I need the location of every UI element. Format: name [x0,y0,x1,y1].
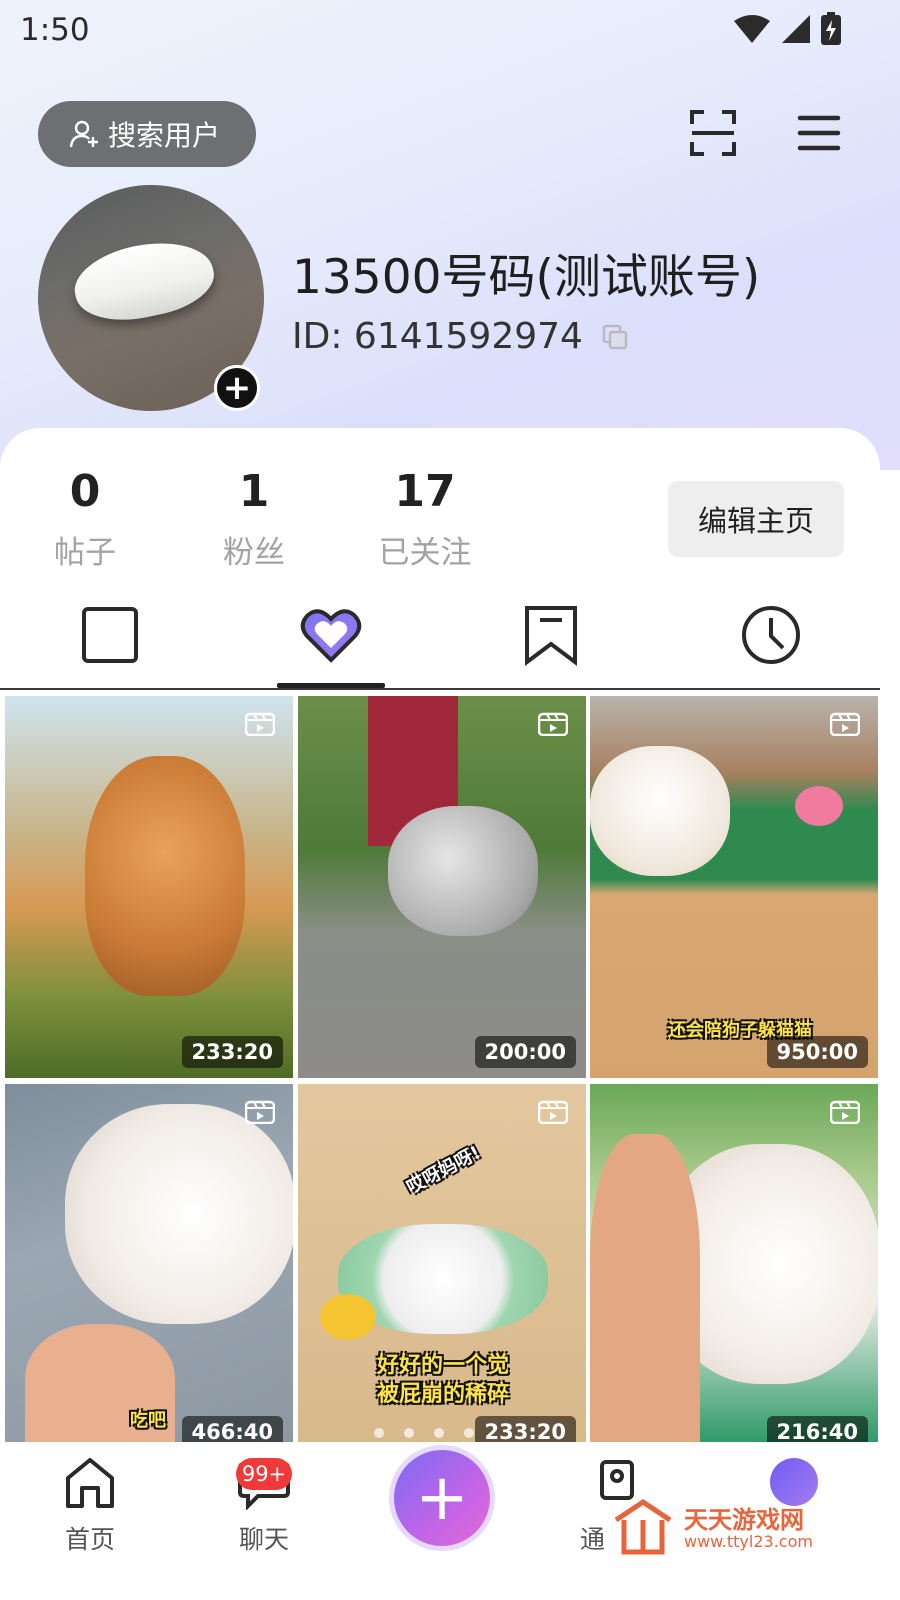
nav-home[interactable]: 首页 [50,1456,130,1556]
stat-followers-value: 1 [238,466,270,517]
video-duration: 466:40 [181,1416,283,1442]
video-caption-exclaim: 哎呀妈呀! [403,1142,485,1199]
video-thumbnail[interactable]: 200:00 [298,696,586,1078]
pager-dot [464,1428,474,1438]
watermark-logo-icon [614,1498,672,1555]
wifi-icon [734,15,770,43]
status-time: 1:50 [20,12,90,48]
add-user-icon [69,120,98,148]
stat-followers[interactable]: 1 粉丝 [194,466,314,572]
battery-icon [821,12,841,45]
home-icon [66,1458,114,1508]
tab-divider [0,688,880,690]
chat-unread-badge: 99+ [236,1458,292,1490]
watermark-name: 天天游戏网 [684,1506,804,1534]
pager-dot [404,1428,414,1438]
avatar-add-button[interactable]: + [214,365,260,411]
video-thumbnail[interactable]: 233:20 [5,696,293,1078]
tab-posts-icon[interactable] [79,604,141,666]
video-duration: 216:40 [766,1416,868,1442]
video-thumbnail[interactable]: 吃吧 466:40 [5,1084,293,1442]
pager-dots [374,1428,474,1438]
video-badge-icon [538,1100,568,1124]
duck-toy [320,1294,376,1340]
cat-figure [388,806,538,936]
profile-name: 13500号码(测试账号) [292,250,761,305]
tab-likes-heart-icon[interactable] [300,604,362,666]
stat-following-value: 17 [394,466,456,517]
copy-icon[interactable] [601,323,629,351]
nav-home-label: 首页 [64,1525,115,1554]
video-caption: 好好的一个觉 被屁崩的稀碎 [376,1353,509,1407]
search-user-label: 搜索用户 [108,119,221,152]
signal-icon [782,15,810,43]
site-watermark: 天天游戏网 www.ttyl23.com [612,1498,852,1558]
pager-dot [434,1428,444,1438]
scan-icon[interactable] [688,108,738,158]
profile-id-row: ID: 6141592974 [292,316,629,357]
stat-followers-label: 粉丝 [223,535,285,571]
status-bar: 1:50 [0,0,900,62]
video-duration: 200:00 [474,1036,576,1068]
stat-posts[interactable]: 0 帖子 [25,466,145,572]
video-caption: 吃吧 [130,1410,166,1431]
video-thumbnail[interactable]: 216:40 [590,1084,878,1442]
search-user-button[interactable]: 搜索用户 [38,101,256,167]
avatar-image-mouse [68,231,220,331]
dog-figure [590,746,730,876]
video-badge-icon [538,712,568,736]
create-post-button[interactable]: + [394,1450,490,1546]
stat-posts-value: 0 [69,466,101,517]
video-duration: 233:20 [474,1416,576,1442]
dog-figure [65,1104,293,1324]
pager-dot [374,1428,384,1438]
video-duration: 950:00 [766,1036,868,1068]
cat-figure [85,756,245,996]
toy-figure [795,786,843,826]
menu-icon[interactable] [796,110,842,156]
edit-profile-button[interactable]: 编辑主页 [668,481,844,557]
stat-following-label: 已关注 [378,535,472,571]
status-icons [732,12,842,46]
stat-following[interactable]: 17 已关注 [365,466,485,572]
hand-figure [590,1134,700,1442]
video-badge-icon [830,712,860,736]
tab-saved-bookmark-icon[interactable] [520,604,582,666]
watermark-url: www.ttyl23.com [684,1532,813,1551]
video-thumbnail[interactable]: 哎呀妈呀! 好好的一个觉 被屁崩的稀碎 233:20 [298,1084,586,1442]
nav-chat-label: 聊天 [238,1525,289,1554]
video-badge-icon [245,712,275,736]
video-duration: 233:20 [181,1036,283,1068]
profile-id: ID: 6141592974 [292,316,583,357]
video-thumbnail[interactable]: 还会陪狗子躲猫猫 950:00 [590,696,878,1078]
tab-history-clock-icon[interactable] [740,604,802,666]
stat-posts-label: 帖子 [54,535,116,571]
video-badge-icon [830,1100,860,1124]
video-badge-icon [245,1100,275,1124]
